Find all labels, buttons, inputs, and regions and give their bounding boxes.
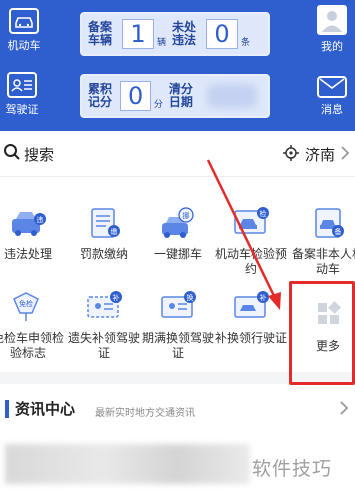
svg-text:违: 违 bbox=[37, 216, 44, 224]
registered-vehicles-label: 备案车辆 bbox=[88, 20, 113, 47]
service-label: 期满换领驾驶证 bbox=[141, 331, 214, 360]
svg-text:缴: 缴 bbox=[111, 227, 118, 236]
annotation-highlight-box bbox=[289, 281, 355, 385]
service-label: 补换领行驶证 bbox=[214, 331, 287, 345]
svg-text:挪: 挪 bbox=[183, 211, 190, 220]
vehicle-icon bbox=[9, 8, 39, 34]
accumulated-points-value: 0 bbox=[120, 81, 151, 111]
service-vehicle-license-replace[interactable]: 补 补换领行驶证 bbox=[211, 287, 291, 346]
redacted-date bbox=[206, 84, 257, 108]
messages-entry[interactable]: 消息 bbox=[313, 76, 351, 117]
fine-document-icon: 缴 bbox=[82, 203, 126, 243]
messages-label: 消息 bbox=[321, 103, 343, 116]
vehicle-license-replace-icon: 补 bbox=[229, 287, 273, 327]
search-icon bbox=[4, 144, 20, 160]
svg-text:补: 补 bbox=[113, 293, 120, 302]
mine-label: 我的 bbox=[321, 40, 343, 53]
redacted-news-item bbox=[5, 444, 250, 484]
accumulated-points-unit: 分 bbox=[153, 100, 163, 110]
license-label: 驾驶证 bbox=[5, 103, 39, 116]
exempt-inspection-label-icon: 免检 bbox=[6, 287, 50, 327]
service-violation[interactable]: 违 违法处理 bbox=[0, 203, 68, 262]
app-screen: 机动车 驾驶证 备案车辆 1 辆 未处违法 0 条 累积记分 0 分 清分日期 … bbox=[0, 0, 355, 493]
driver-license-icon bbox=[7, 72, 37, 98]
expired-license-renew-icon: 换 bbox=[156, 287, 200, 327]
inspection-appointment-icon: 检 bbox=[229, 203, 273, 243]
envelope-icon bbox=[317, 76, 347, 98]
avatar bbox=[317, 5, 347, 35]
unhandled-violations-unit: 条 bbox=[241, 38, 251, 48]
service-label: 遗失补领驾驶证 bbox=[67, 331, 140, 360]
city-selector[interactable]: 济南 bbox=[305, 144, 335, 165]
mine-entry[interactable]: 我的 bbox=[313, 5, 351, 54]
chevron-right-icon bbox=[341, 146, 350, 160]
move-car-icon: 挪 bbox=[156, 203, 200, 243]
svg-text:检: 检 bbox=[260, 209, 267, 218]
service-fine-payment[interactable]: 缴 罚款缴纳 bbox=[64, 203, 144, 262]
service-label: 一键挪车 bbox=[153, 247, 202, 261]
license-stats-card[interactable]: 累积记分 0 分 清分日期 bbox=[80, 74, 270, 118]
svg-text:备: 备 bbox=[335, 227, 342, 236]
search-bar[interactable]: 搜索 济南 bbox=[0, 131, 355, 177]
section-marker bbox=[5, 400, 9, 418]
service-expired-license[interactable]: 换 期满换领驾驶证 bbox=[138, 287, 218, 361]
vehicle-label: 机动车 bbox=[7, 39, 41, 52]
service-label: 违法处理 bbox=[3, 247, 52, 261]
location-icon bbox=[283, 145, 299, 161]
search-label: 搜索 bbox=[24, 146, 55, 164]
points-clear-date-label: 清分日期 bbox=[168, 82, 193, 109]
violation-car-icon: 违 bbox=[6, 203, 50, 243]
svg-text:免检: 免检 bbox=[19, 299, 33, 308]
registered-vehicles-unit: 辆 bbox=[157, 38, 167, 48]
service-label: 备案非本人机动车 bbox=[291, 247, 355, 276]
service-lost-license[interactable]: 补 遗失补领驾驶证 bbox=[64, 287, 144, 361]
unhandled-violations-label: 未处违法 bbox=[172, 20, 197, 47]
vehicle-stats-card[interactable]: 备案车辆 1 辆 未处违法 0 条 bbox=[80, 12, 270, 56]
top-header: 机动车 驾驶证 备案车辆 1 辆 未处违法 0 条 累积记分 0 分 清分日期 … bbox=[0, 0, 355, 131]
service-move-car[interactable]: 挪 一键挪车 bbox=[138, 203, 218, 262]
service-register-vehicle[interactable]: 备 备案非本人机动车 bbox=[288, 203, 355, 277]
unhandled-violations-value: 0 bbox=[206, 19, 239, 49]
news-subtitle: 最新实时地方交通资讯 bbox=[95, 408, 195, 419]
vehicle-entry[interactable]: 机动车 bbox=[2, 8, 46, 53]
registered-vehicles-value: 1 bbox=[122, 19, 154, 49]
points-clear-date-value bbox=[201, 81, 262, 111]
lost-license-replace-icon: 补 bbox=[82, 287, 126, 327]
chevron-right-icon[interactable] bbox=[338, 400, 350, 416]
license-entry[interactable]: 驾驶证 bbox=[0, 72, 44, 117]
service-label: 机动车检验预约 bbox=[214, 247, 287, 276]
service-label: 免检车申领检验标志 bbox=[0, 331, 64, 360]
news-title[interactable]: 资讯中心 bbox=[15, 398, 75, 419]
accumulated-points-label: 累积记分 bbox=[88, 82, 113, 109]
svg-text:换: 换 bbox=[187, 293, 194, 302]
service-exempt-inspection[interactable]: 免检 免检车申领检验标志 bbox=[0, 287, 68, 361]
svg-text:补: 补 bbox=[260, 293, 267, 302]
register-vehicle-icon: 备 bbox=[306, 203, 350, 243]
service-label: 罚款缴纳 bbox=[79, 247, 128, 261]
watermark-text: 软件技巧 bbox=[252, 458, 333, 480]
news-section: 资讯中心 最新实时地方交通资讯 软件技巧 bbox=[0, 384, 355, 493]
service-inspection-appointment[interactable]: 检 机动车检验预约 bbox=[211, 203, 291, 277]
